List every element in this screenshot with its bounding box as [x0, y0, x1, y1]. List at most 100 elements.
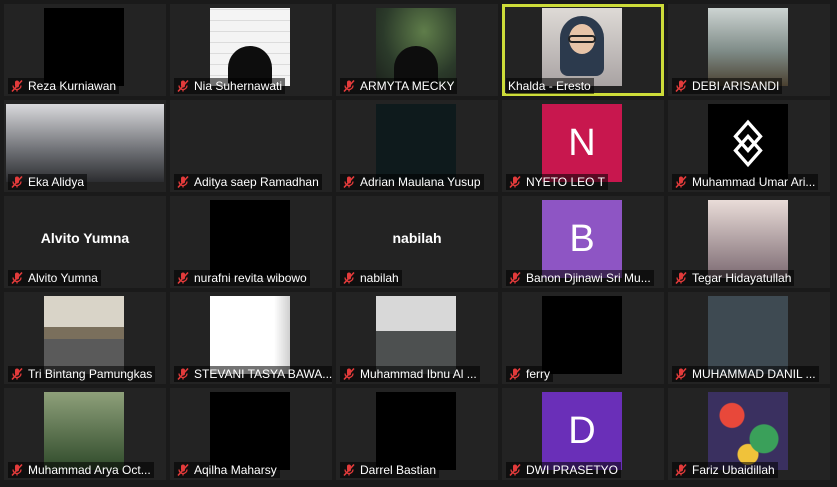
- participant-video: [210, 8, 290, 86]
- mic-muted-icon: [508, 271, 522, 285]
- participant-tile[interactable]: Eka Alidya: [4, 100, 166, 192]
- avatar-letter: N: [542, 104, 622, 182]
- participant-tile[interactable]: Muhammad Arya Oct...: [4, 388, 166, 480]
- participant-video: [376, 8, 456, 86]
- mic-muted-icon: [342, 79, 356, 93]
- participant-video: [210, 296, 290, 374]
- participant-name-label: DWI PRASETYO: [506, 462, 622, 478]
- participant-name: nurafni revita wibowo: [194, 271, 307, 285]
- participant-name: NYETO LEO T: [526, 175, 605, 189]
- participant-tile[interactable]: Alvito Yumna Alvito Yumna: [4, 196, 166, 288]
- participant-name-label: nabilah: [340, 270, 402, 286]
- participant-name-label: Muhammad Arya Oct...: [8, 462, 154, 478]
- participant-tile[interactable]: Tri Bintang Pamungkas: [4, 292, 166, 384]
- participant-name-label: Khalda - Eresto: [506, 78, 594, 94]
- participant-name: Fariz Ubaidillah: [692, 463, 775, 477]
- participant-name-label: STEVANI TASYA BAWA...: [174, 366, 332, 382]
- participant-name-label: Aditya saep Ramadhan: [174, 174, 322, 190]
- participant-name-label: ferry: [506, 366, 553, 382]
- participant-name: Tegar Hidayatullah: [692, 271, 792, 285]
- participant-tile[interactable]: Adrian Maulana Yusup: [336, 100, 498, 192]
- participant-tile[interactable]: Fariz Ubaidillah: [668, 388, 830, 480]
- participant-name: ferry: [526, 367, 550, 381]
- avatar-letter: B: [542, 200, 622, 278]
- participant-name-label: Muhammad Ibnu Al ...: [340, 366, 480, 382]
- mic-muted-icon: [10, 367, 24, 381]
- mic-muted-icon: [176, 463, 190, 477]
- participant-tile[interactable]: DEBI ARISANDI: [668, 4, 830, 96]
- participant-name: Tri Bintang Pamungkas: [28, 367, 153, 381]
- participant-display-name: nabilah: [392, 230, 442, 246]
- participant-tile[interactable]: Reza Kurniawan: [4, 4, 166, 96]
- participant-tile[interactable]: Darrel Bastian: [336, 388, 498, 480]
- participant-video: [542, 8, 622, 86]
- participant-name-label: Adrian Maulana Yusup: [340, 174, 484, 190]
- participant-name: Adrian Maulana Yusup: [360, 175, 481, 189]
- participant-tile[interactable]: N NYETO LEO T: [502, 100, 664, 192]
- mic-muted-icon: [176, 79, 190, 93]
- mic-muted-icon: [508, 175, 522, 189]
- mic-muted-icon: [674, 463, 688, 477]
- mic-muted-icon: [674, 79, 688, 93]
- participant-video: [376, 296, 456, 374]
- participant-name-label: MUHAMMAD DANIL ...: [672, 366, 819, 382]
- glasses-shape: [568, 35, 596, 43]
- participant-tile[interactable]: STEVANI TASYA BAWA...: [170, 292, 332, 384]
- mic-muted-icon: [342, 175, 356, 189]
- participant-name: Reza Kurniawan: [28, 79, 117, 93]
- participant-tile[interactable]: Aqilha Maharsy: [170, 388, 332, 480]
- participant-tile[interactable]: Muhammad Umar Ari...: [668, 100, 830, 192]
- participant-gallery: Reza Kurniawan Nia Suhernawati ARMYTA MECK…: [4, 4, 830, 480]
- participant-name: Nia Suhernawati: [194, 79, 283, 93]
- participant-name-label: Tegar Hidayatullah: [672, 270, 795, 286]
- participant-name: Muhammad Arya Oct...: [28, 463, 151, 477]
- participant-name: ARMYTA MECKY: [360, 79, 455, 93]
- participant-tile[interactable]: Tegar Hidayatullah: [668, 196, 830, 288]
- participant-name-label: Nia Suhernawati: [174, 78, 286, 94]
- participant-name-label: DEBI ARISANDI: [672, 78, 783, 94]
- participant-tile[interactable]: Aditya saep Ramadhan: [170, 100, 332, 192]
- participant-name: DEBI ARISANDI: [692, 79, 780, 93]
- mic-muted-icon: [674, 367, 688, 381]
- participant-name: Aqilha Maharsy: [194, 463, 277, 477]
- participant-video: [708, 8, 788, 86]
- participant-name-label: Alvito Yumna: [8, 270, 101, 286]
- participant-display-name: Alvito Yumna: [40, 230, 130, 246]
- participant-tile[interactable]: MUHAMMAD DANIL ...: [668, 292, 830, 384]
- participant-name: Eka Alidya: [28, 175, 85, 189]
- participant-name-label: Tri Bintang Pamungkas: [8, 366, 156, 382]
- participant-name: Banon Djinawi Sri Mu...: [526, 271, 651, 285]
- participant-video: [708, 296, 788, 374]
- participant-video: [6, 104, 164, 182]
- participant-tile[interactable]: D DWI PRASETYO: [502, 388, 664, 480]
- mic-muted-icon: [176, 175, 190, 189]
- participant-name-label: Banon Djinawi Sri Mu...: [506, 270, 654, 286]
- participant-video: [376, 392, 456, 470]
- participant-tile[interactable]: Nia Suhernawati: [170, 4, 332, 96]
- participant-tile[interactable]: Khalda - Eresto: [502, 4, 664, 96]
- participant-video: [44, 392, 124, 470]
- participant-tile[interactable]: nabilah nabilah: [336, 196, 498, 288]
- participant-video: [376, 104, 456, 182]
- participant-name: Khalda - Eresto: [508, 79, 591, 93]
- participant-tile[interactable]: ARMYTA MECKY: [336, 4, 498, 96]
- participant-tile[interactable]: nurafni revita wibowo: [170, 196, 332, 288]
- mic-muted-icon: [342, 367, 356, 381]
- participant-video: [44, 296, 124, 374]
- mic-muted-icon: [674, 175, 688, 189]
- avatar-letter: D: [542, 392, 622, 470]
- mic-muted-icon: [674, 271, 688, 285]
- participant-video: [708, 392, 788, 470]
- participant-name-label: Reza Kurniawan: [8, 78, 120, 94]
- participant-tile[interactable]: Muhammad Ibnu Al ...: [336, 292, 498, 384]
- mic-muted-icon: [176, 271, 190, 285]
- participant-name: Aditya saep Ramadhan: [194, 175, 319, 189]
- participant-name-label: nurafni revita wibowo: [174, 270, 310, 286]
- participant-video: [708, 200, 788, 278]
- participant-tile[interactable]: B Banon Djinawi Sri Mu...: [502, 196, 664, 288]
- participant-name-label: NYETO LEO T: [506, 174, 608, 190]
- participant-name-label: Eka Alidya: [8, 174, 88, 190]
- participant-name: Muhammad Umar Ari...: [692, 175, 816, 189]
- profile-logo-icon: [708, 104, 788, 182]
- participant-tile[interactable]: ferry: [502, 292, 664, 384]
